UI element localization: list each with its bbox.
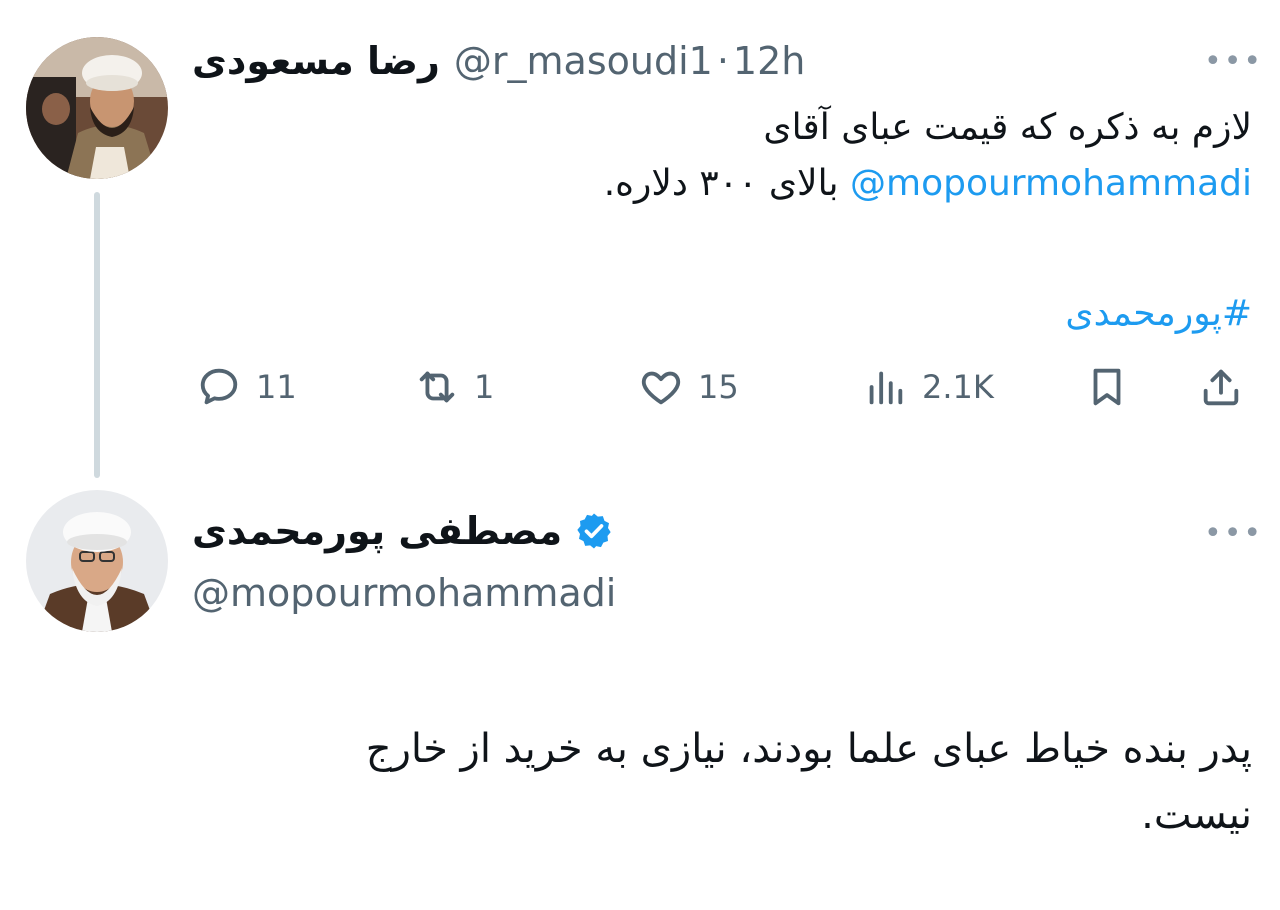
reply-button[interactable]: 11 [196,364,297,410]
views-button[interactable]: 2.1K [862,364,994,410]
repost-button[interactable]: 1 [414,364,494,410]
reply-text: پدر بنده خیاط عبای علما بودند، نیازی به … [112,716,1252,848]
avatar-reza-masoudi[interactable] [26,37,168,179]
author-name[interactable]: رضا مسعودی [192,38,440,84]
bookmark-icon [1093,368,1121,406]
tweet-text-line-2: @mopourmohammadi بالای ۳۰۰ دلاره. [352,156,1252,212]
views-count: 2.1K [922,368,994,406]
reply-header: مصطفی پورمحمدی [192,508,614,554]
tweet-time[interactable]: 12h [733,38,805,84]
share-button[interactable] [1198,364,1244,410]
like-icon [641,371,681,405]
repost-count: 1 [474,368,495,406]
repost-icon [419,371,455,403]
reply-text-line-1: پدر بنده خیاط عبای علما بودند، نیازی به … [365,726,1252,772]
tweet-text-line-2-rest: بالای ۳۰۰ دلاره. [603,163,851,204]
reply-text-line-2: نیست. [1141,792,1252,838]
mention-link[interactable]: @mopourmohammadi [850,163,1252,204]
like-button[interactable]: 15 [638,364,739,410]
separator-dot: · [716,39,729,83]
avatar-mostafa-pourmohammadi[interactable] [26,490,168,632]
verified-badge-icon [574,511,614,551]
reply-author-handle[interactable]: @mopourmohammadi [192,570,616,616]
reply-icon [200,368,238,405]
more-options-icon[interactable]: ••• [1204,44,1263,79]
tweet-header: رضا مسعودی @r_masoudi1 · 12h [192,38,805,84]
like-count: 15 [698,368,739,406]
hashtag-link[interactable]: #پورمحمدی [852,286,1252,342]
share-icon [1203,369,1239,406]
reply-count: 11 [256,368,297,406]
author-handle[interactable]: @r_masoudi1 [454,38,713,84]
bookmark-button[interactable] [1084,364,1130,410]
reply-author-name[interactable]: مصطفی پورمحمدی [192,508,562,554]
reply-more-options-icon[interactable]: ••• [1204,516,1263,551]
tweet-text-line-1: لازم به ذکره که قیمت عبای آقای [763,107,1252,148]
tweet-text: لازم به ذکره که قیمت عبای آقای @mopourmo… [352,100,1252,212]
views-icon [869,371,903,405]
thread-connector-line [94,192,100,478]
